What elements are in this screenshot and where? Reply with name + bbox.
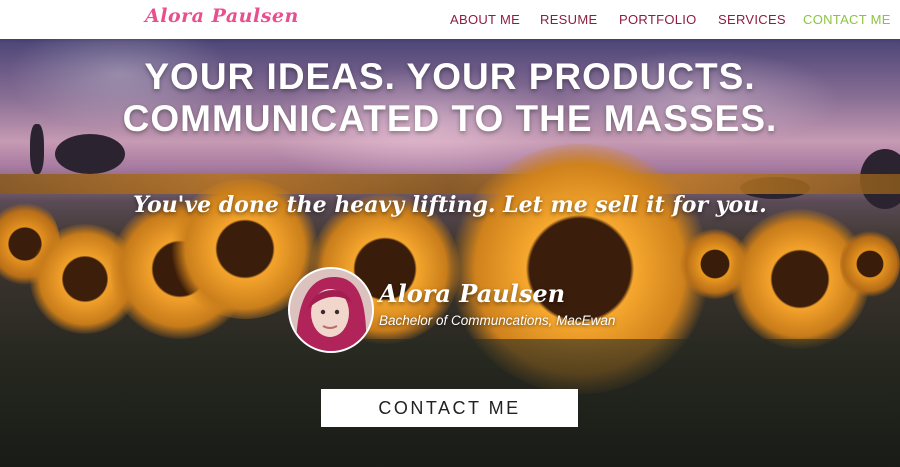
hero-headline-line1: YOUR IDEAS. YOUR PRODUCTS.	[144, 56, 756, 97]
hero-headline-line2: COMMUNICATED TO THE MASSES.	[122, 98, 778, 139]
hero-section: YOUR IDEAS. YOUR PRODUCTS. COMMUNICATED …	[0, 39, 900, 467]
profile-name: Alora Paulsen	[379, 279, 566, 308]
nav-services[interactable]: SERVICES	[718, 12, 786, 27]
nav-portfolio[interactable]: PORTFOLIO	[619, 12, 697, 27]
nav-about-me[interactable]: ABOUT ME	[450, 12, 520, 27]
sunflower	[840, 229, 900, 299]
profile-credential: Bachelor of Communcations, MacEwan	[379, 313, 616, 328]
contact-me-button[interactable]: CONTACT ME	[321, 389, 578, 427]
profile-avatar	[288, 267, 374, 353]
sunflower-field	[0, 174, 900, 194]
hero-tagline: You've done the heavy lifting. Let me se…	[133, 192, 767, 218]
nav-contact-me[interactable]: CONTACT ME	[803, 12, 891, 27]
brand-logo-link[interactable]: Alora Paulsen	[145, 5, 299, 27]
profile-photo	[290, 269, 372, 351]
top-navbar: Alora Paulsen ABOUT ME RESUME PORTFOLIO …	[0, 0, 900, 39]
nav-resume[interactable]: RESUME	[540, 12, 597, 27]
